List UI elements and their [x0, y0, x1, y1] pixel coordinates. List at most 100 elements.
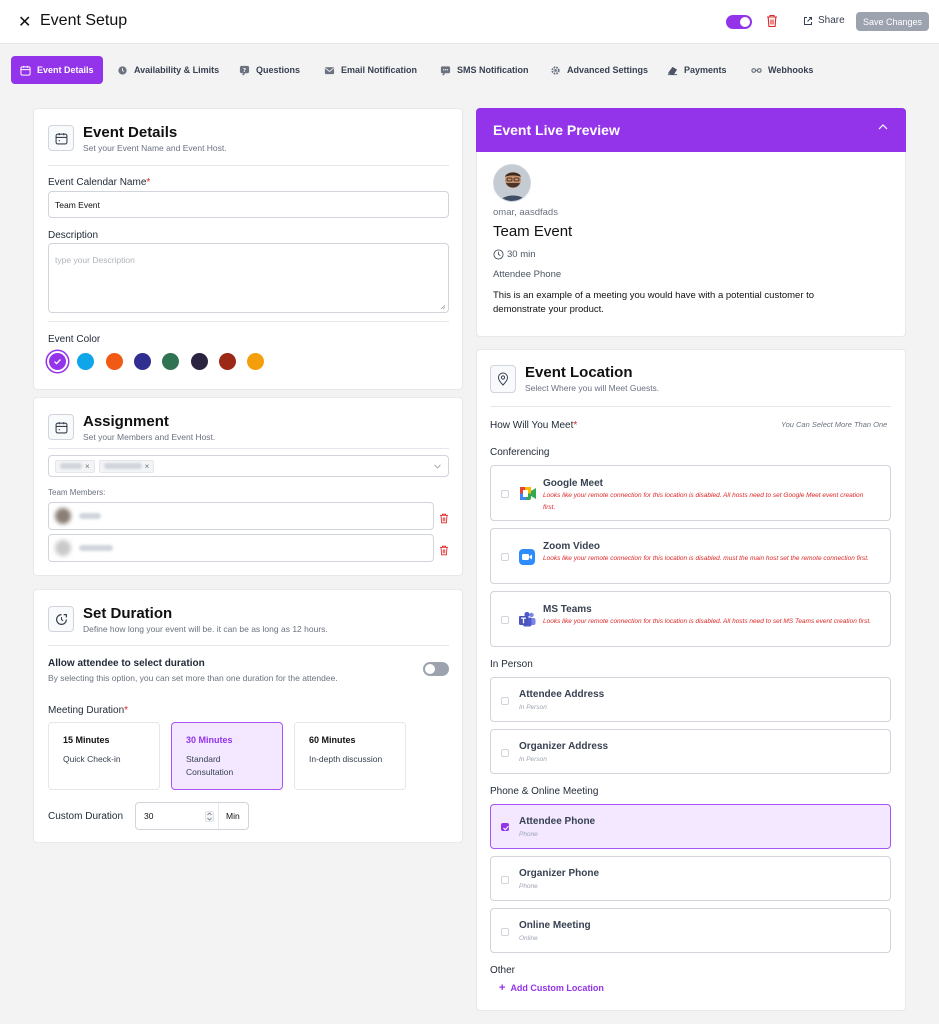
allow-duration-label: Allow attendee to select duration	[48, 658, 205, 669]
clock-icon	[118, 65, 127, 75]
checkbox[interactable]	[501, 616, 509, 624]
conferencing-label: Conferencing	[490, 447, 550, 458]
color-swatch[interactable]	[190, 353, 208, 370]
section-title: Event Location	[525, 364, 633, 381]
trash-icon[interactable]	[439, 543, 449, 561]
set-duration-card: Set Duration Define how long your event …	[33, 589, 463, 843]
phone-online-label: Phone & Online Meeting	[490, 786, 599, 797]
duration-option-30[interactable]: 30 Minutes Standard Consultation	[171, 722, 283, 790]
location-option-attendee-address[interactable]: Attendee Address In Person	[490, 677, 891, 722]
zoom-icon	[519, 549, 535, 565]
checkbox[interactable]	[501, 490, 509, 498]
checkbox[interactable]	[501, 749, 509, 757]
checkbox[interactable]	[501, 553, 509, 561]
location-option-organizer-address[interactable]: Organizer Address In Person	[490, 729, 891, 774]
custom-duration-label: Custom Duration	[48, 811, 124, 822]
location-option-online-meeting[interactable]: Online Meeting Online	[490, 908, 891, 953]
sms-icon	[440, 65, 451, 76]
remove-tag-icon[interactable]: ×	[145, 462, 150, 471]
trash-icon[interactable]	[439, 511, 449, 529]
assignment-card: Assignment Set your Members and Event Ho…	[33, 397, 463, 576]
other-label: Other	[490, 965, 516, 976]
event-name-label: Event Calendar Name*	[48, 177, 151, 188]
section-subtitle: Define how long your event will be. it c…	[83, 624, 328, 634]
members-select[interactable]: × ×	[48, 455, 449, 477]
chevron-up-icon	[878, 124, 888, 130]
remove-tag-icon[interactable]: ×	[85, 462, 90, 471]
divider	[48, 448, 449, 449]
resize-handle-icon	[440, 304, 446, 310]
preview-header[interactable]: Event Live Preview	[476, 108, 906, 152]
avatar	[55, 508, 71, 524]
map-pin-icon	[490, 365, 516, 393]
section-subtitle: Select Where you will Meet Guests.	[525, 383, 660, 393]
event-details-card: Event Details Set your Event Name and Ev…	[33, 108, 463, 390]
team-member-row	[48, 534, 434, 562]
in-person-label: In Person	[490, 659, 533, 670]
tab-payments[interactable]: Payments	[658, 56, 736, 84]
preview-event-name: Team Event	[493, 223, 573, 240]
preview-description: This is an example of a meeting you woul…	[493, 290, 815, 315]
color-swatch[interactable]	[247, 353, 265, 370]
checkbox[interactable]	[501, 928, 509, 936]
location-option-google-meet[interactable]: Google Meet Looks like your remote conne…	[490, 465, 891, 521]
event-active-toggle[interactable]	[726, 15, 752, 29]
color-swatch[interactable]	[162, 353, 180, 370]
meeting-duration-label: Meeting Duration*	[48, 705, 129, 716]
divider	[48, 165, 449, 166]
save-changes-button[interactable]: Save Changes	[856, 12, 929, 31]
external-link-icon	[804, 16, 812, 25]
question-icon: ?	[239, 65, 250, 76]
allow-duration-toggle[interactable]	[423, 662, 449, 676]
payment-icon	[667, 66, 678, 75]
member-tag: ×	[98, 459, 155, 473]
calendar-icon	[20, 65, 31, 76]
tab-email-notification[interactable]: Email Notification	[315, 56, 426, 84]
checkbox[interactable]	[501, 876, 509, 884]
checkbox[interactable]	[501, 697, 509, 705]
trash-icon[interactable]	[766, 14, 778, 33]
ms-teams-icon	[519, 611, 536, 627]
check-icon	[54, 359, 61, 365]
description-label: Description	[48, 230, 99, 241]
tab-advanced-settings[interactable]: Advanced Settings	[541, 56, 657, 84]
preview-host: omar, aasdfads	[493, 207, 558, 218]
close-icon[interactable]: ✕	[18, 12, 31, 32]
color-swatch[interactable]	[77, 353, 95, 370]
top-header: ✕ Event Setup Share Save Changes	[0, 0, 939, 44]
section-title: Event Details	[83, 124, 178, 141]
team-member-row	[48, 502, 434, 530]
color-swatch[interactable]	[218, 353, 236, 370]
custom-duration-input[interactable]: 30 Min	[135, 802, 249, 830]
section-title: Assignment	[83, 413, 169, 430]
checkbox-checked[interactable]	[501, 823, 509, 831]
preview-location: Attendee Phone	[493, 269, 562, 280]
tab-availability[interactable]: Availability & Limits	[108, 56, 228, 84]
color-swatch-selected[interactable]	[49, 353, 66, 370]
calendar-icon	[48, 414, 74, 440]
timer-icon	[48, 606, 74, 632]
tab-event-details[interactable]: Event Details	[11, 56, 103, 84]
add-custom-location-button[interactable]: + Add Custom Location	[499, 982, 604, 994]
divider	[490, 406, 891, 407]
location-option-zoom[interactable]: Zoom Video Looks like your remote connec…	[490, 528, 891, 584]
stepper-icon	[205, 811, 214, 822]
section-subtitle: Set your Event Name and Event Host.	[83, 143, 227, 153]
share-button[interactable]: Share	[803, 15, 845, 26]
event-name-input[interactable]: Team Event	[48, 191, 449, 218]
tab-questions[interactable]: ? Questions	[230, 56, 309, 84]
tab-webhooks[interactable]: Webhooks	[742, 56, 822, 84]
avatar	[55, 540, 71, 556]
check-icon	[503, 825, 509, 831]
tab-sms-notification[interactable]: SMS Notification	[431, 56, 538, 84]
description-textarea[interactable]: type your Description	[48, 243, 449, 313]
divider	[48, 645, 449, 646]
location-option-ms-teams[interactable]: MS Teams Looks like your remote connecti…	[490, 591, 891, 647]
location-option-organizer-phone[interactable]: Organizer Phone Phone	[490, 856, 891, 901]
duration-option-15[interactable]: 15 Minutes Quick Check-in	[48, 722, 160, 790]
google-meet-icon	[520, 487, 536, 500]
color-swatch[interactable]	[133, 353, 151, 370]
duration-option-60[interactable]: 60 Minutes In-depth discussion	[294, 722, 406, 790]
location-option-attendee-phone[interactable]: Attendee Phone Phone	[490, 804, 891, 849]
color-swatch[interactable]	[105, 353, 123, 370]
